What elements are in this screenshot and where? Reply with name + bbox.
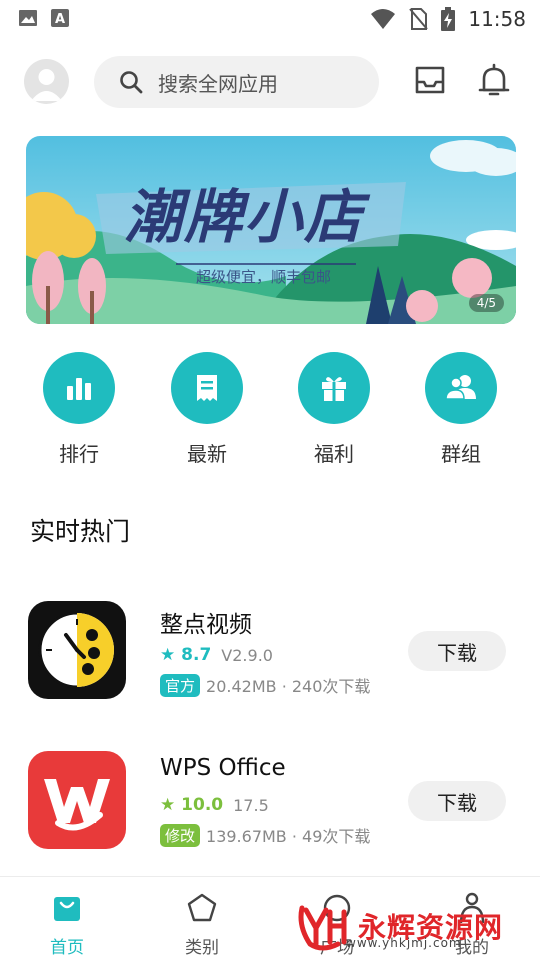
avatar-icon bbox=[31, 69, 62, 101]
inbox-icon[interactable] bbox=[412, 62, 448, 98]
wps-office-icon bbox=[28, 751, 126, 849]
app-info: 修改 139.67MB · 49次下载 bbox=[160, 823, 370, 847]
gift-icon bbox=[322, 377, 346, 401]
bottom-nav-label: 类别 bbox=[185, 938, 219, 958]
shopping-bag-icon bbox=[54, 897, 80, 921]
quick-nav-welfare[interactable]: 福利 bbox=[289, 352, 379, 467]
welfare-circle bbox=[298, 352, 370, 424]
bell-icon[interactable] bbox=[476, 62, 512, 98]
latest-circle bbox=[171, 352, 243, 424]
app-rating: ★ 8.7 bbox=[160, 645, 211, 665]
star-icon: ★ bbox=[160, 795, 176, 815]
quick-nav-groups[interactable]: 群组 bbox=[416, 352, 506, 467]
receipt-icon bbox=[197, 375, 217, 401]
quick-nav-label: 群组 bbox=[441, 442, 481, 466]
star-icon: ★ bbox=[160, 645, 176, 665]
app-version: V2.9.0 bbox=[221, 645, 273, 665]
promo-banner[interactable]: 潮牌小店 超级便宜，顺丰包邮 4/5 bbox=[26, 136, 516, 324]
app-name: 整点视频 bbox=[160, 612, 252, 638]
banner-page-indicator: 4/5 bbox=[468, 294, 504, 312]
app-row[interactable]: WPS Office ★ 10.0 17.5 修改 139.67MB · 49次… bbox=[0, 751, 540, 851]
quick-nav-label: 福利 bbox=[314, 442, 354, 466]
bottom-nav-home[interactable]: 首页 bbox=[22, 891, 112, 958]
avatar[interactable] bbox=[24, 59, 69, 104]
battery-charging-icon bbox=[441, 7, 456, 31]
banner-title: 潮牌小店 bbox=[124, 183, 365, 251]
bar-chart-icon bbox=[67, 378, 91, 400]
modified-tag: 修改 bbox=[160, 823, 201, 847]
quick-nav-label: 最新 bbox=[187, 442, 227, 466]
app-rating: ★ 10.0 bbox=[160, 795, 223, 815]
banner-subtitle: 超级便宜，顺丰包邮 bbox=[196, 268, 332, 286]
status-time: 11:58 bbox=[468, 7, 526, 31]
quick-nav-label: 排行 bbox=[59, 442, 99, 466]
download-button[interactable]: 下载 bbox=[408, 781, 506, 821]
search-icon bbox=[120, 71, 143, 94]
app-row[interactable]: 整点视频 ★ 8.7 V2.9.0 官方 20.42MB · 240次下载 下载 bbox=[0, 601, 540, 701]
bottom-nav-label: 首页 bbox=[50, 938, 84, 958]
app-name: WPS Office bbox=[160, 755, 286, 781]
app-info: 官方 20.42MB · 240次下载 bbox=[160, 673, 370, 697]
ranking-circle bbox=[43, 352, 115, 424]
official-tag: 官方 bbox=[160, 673, 201, 697]
search-bar[interactable]: 搜索全网应用 bbox=[94, 56, 379, 108]
status-bar: A 11:58 bbox=[0, 0, 540, 38]
no-sim-icon bbox=[409, 8, 429, 30]
image-icon bbox=[19, 10, 37, 26]
wifi-icon bbox=[371, 9, 396, 29]
quick-nav: 排行 最新 福利 群组 bbox=[0, 352, 540, 472]
watermark-logo-icon bbox=[298, 905, 347, 951]
rating-value: 10.0 bbox=[181, 795, 224, 815]
download-button[interactable]: 下载 bbox=[408, 631, 506, 671]
svg-text:A: A bbox=[55, 12, 65, 27]
section-title: 实时热门 bbox=[30, 517, 131, 546]
watermark-url: www.yhkjmj.com bbox=[346, 936, 462, 950]
app-version: 17.5 bbox=[233, 795, 269, 815]
quick-nav-latest[interactable]: 最新 bbox=[162, 352, 252, 467]
zhengdian-video-icon bbox=[28, 601, 126, 699]
app-meta: ★ 10.0 17.5 bbox=[160, 795, 269, 815]
rating-value: 8.7 bbox=[181, 645, 212, 665]
a-font-icon: A bbox=[51, 9, 69, 27]
search-placeholder: 搜索全网应用 bbox=[158, 71, 278, 96]
app-size-info: 20.42MB · 240次下载 bbox=[206, 677, 371, 696]
pentagon-icon bbox=[187, 893, 217, 922]
groups-circle bbox=[425, 352, 497, 424]
header: 搜索全网应用 bbox=[0, 54, 540, 110]
app-size-info: 139.67MB · 49次下载 bbox=[206, 827, 371, 846]
bottom-nav-category[interactable]: 类别 bbox=[157, 891, 247, 958]
group-icon bbox=[445, 375, 476, 400]
quick-nav-ranking[interactable]: 排行 bbox=[34, 352, 124, 467]
app-meta: ★ 8.7 V2.9.0 bbox=[160, 645, 273, 665]
